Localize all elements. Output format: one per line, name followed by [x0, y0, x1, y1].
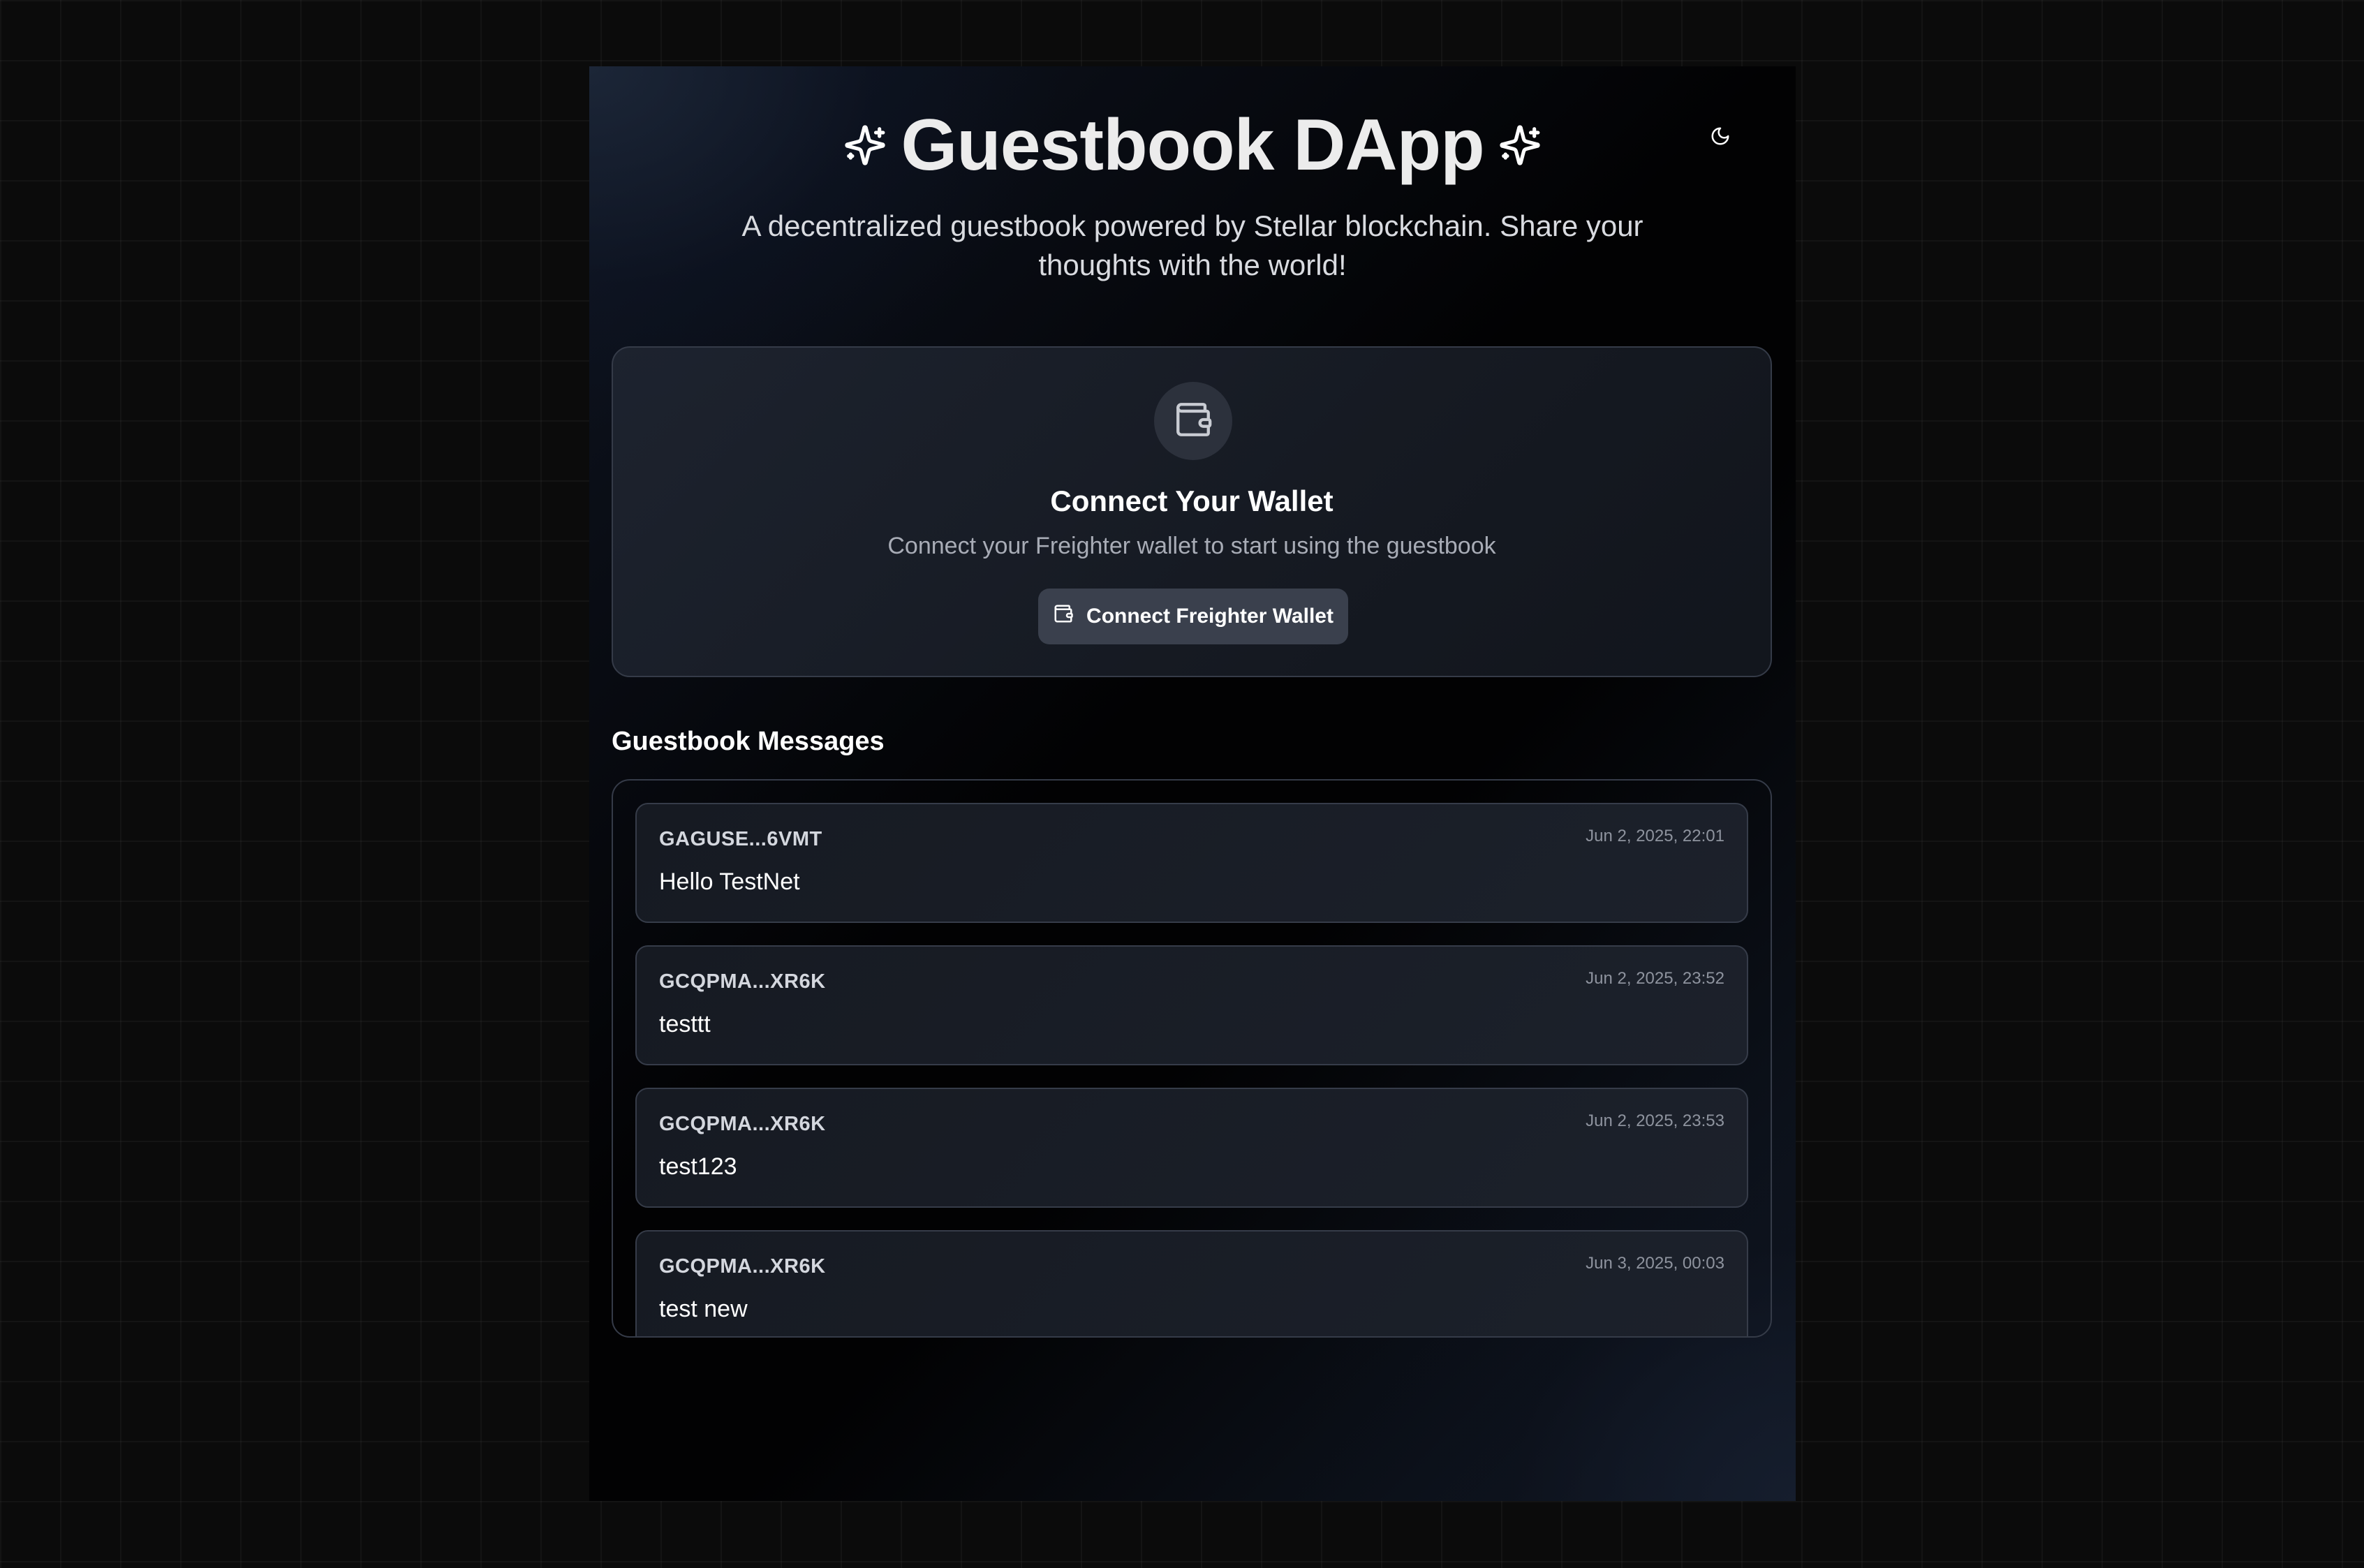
- connect-wallet-button-label: Connect Freighter Wallet: [1086, 605, 1334, 628]
- message-timestamp: Jun 3, 2025, 00:03: [1586, 1254, 1724, 1273]
- message-item: GCQPMA...XR6K Jun 2, 2025, 23:52 testtt: [635, 945, 1748, 1065]
- message-author: GCQPMA...XR6K: [659, 1255, 826, 1278]
- sparkles-icon: [1498, 124, 1542, 167]
- wallet-card-description: Connect your Freighter wallet to start u…: [887, 533, 1496, 559]
- page-subtitle: A decentralized guestbook powered by Ste…: [741, 209, 1643, 281]
- wallet-icon: [1053, 603, 1074, 630]
- message-text: Hello TestNet: [659, 868, 800, 895]
- message-timestamp: Jun 2, 2025, 22:01: [1586, 827, 1724, 845]
- connect-wallet-button[interactable]: Connect Freighter Wallet: [1038, 589, 1348, 644]
- connect-wallet-card: Connect Your Wallet Connect your Freight…: [612, 346, 1772, 677]
- message-item: GAGUSE...6VMT Jun 2, 2025, 22:01 Hello T…: [635, 803, 1748, 923]
- wallet-icon-badge: [1154, 382, 1232, 460]
- message-author: GCQPMA...XR6K: [659, 1113, 826, 1135]
- message-item: GCQPMA...XR6K Jun 3, 2025, 00:03 test ne…: [635, 1230, 1748, 1336]
- messages-list: GAGUSE...6VMT Jun 2, 2025, 22:01 Hello T…: [635, 803, 1748, 1336]
- wallet-icon: [1173, 399, 1213, 443]
- message-author: GCQPMA...XR6K: [659, 970, 826, 993]
- message-timestamp: Jun 2, 2025, 23:53: [1586, 1111, 1724, 1130]
- page-header: Guestbook DApp A decentralized guestbook…: [589, 98, 1796, 285]
- page-title: Guestbook DApp: [901, 105, 1484, 186]
- messages-panel[interactable]: GAGUSE...6VMT Jun 2, 2025, 22:01 Hello T…: [612, 779, 1772, 1338]
- wallet-card-title: Connect Your Wallet: [1050, 485, 1334, 517]
- message-text: test123: [659, 1153, 737, 1180]
- messages-heading: Guestbook Messages: [612, 727, 885, 756]
- message-author: GAGUSE...6VMT: [659, 828, 822, 850]
- sparkles-icon: [843, 124, 887, 167]
- message-item: GCQPMA...XR6K Jun 2, 2025, 23:53 test123: [635, 1088, 1748, 1208]
- message-text: testtt: [659, 1011, 711, 1037]
- message-timestamp: Jun 2, 2025, 23:52: [1586, 969, 1724, 988]
- title-row: Guestbook DApp: [589, 98, 1796, 193]
- message-text: test new: [659, 1296, 748, 1322]
